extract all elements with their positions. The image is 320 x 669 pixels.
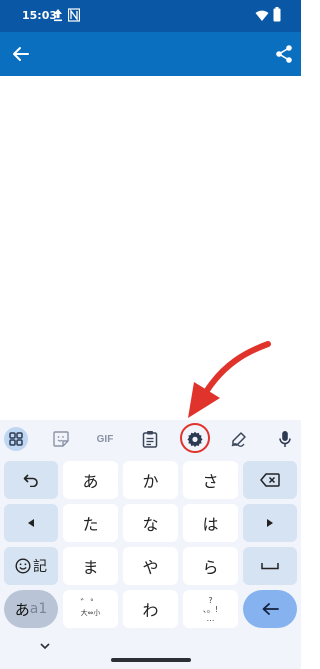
mode-alpha-label: a1: [29, 601, 48, 617]
key-wa-row[interactable]: わ: [123, 590, 178, 628]
key-label: わ: [142, 601, 159, 620]
key-label: な: [142, 515, 159, 534]
key-sa-row[interactable]: さ: [183, 461, 238, 499]
settings-highlight-circle: [180, 423, 210, 453]
sticker-icon: [53, 431, 69, 447]
app-bar: [0, 32, 301, 76]
clipboard-icon: [142, 431, 158, 448]
size-toggle-label: 大⇔小: [80, 609, 101, 617]
undo-icon: [23, 474, 38, 487]
cursor-right-key[interactable]: [243, 504, 297, 542]
keyboard: GIF あ か さ た な は 記 ま や ら あ a1 ゛゜ 大⇔小 わ ? …: [0, 420, 301, 669]
clipboard-button[interactable]: [137, 426, 163, 452]
pen-icon: [231, 432, 246, 447]
key-a-row[interactable]: あ: [63, 461, 118, 499]
backspace-key[interactable]: [243, 461, 297, 499]
upload-icon: [54, 9, 62, 22]
dakuten-key[interactable]: ゛゜ 大⇔小: [63, 590, 118, 628]
gif-button[interactable]: GIF: [92, 426, 118, 452]
handwriting-button[interactable]: [226, 426, 252, 452]
keyboard-toolbar: GIF: [0, 420, 301, 457]
share-icon[interactable]: [273, 43, 295, 65]
right-triangle-icon: [267, 519, 273, 527]
voice-input-button[interactable]: [272, 426, 298, 452]
gif-label: GIF: [96, 433, 114, 445]
key-label: た: [82, 515, 99, 534]
system-nav-bar: [0, 633, 301, 669]
annotation-arrow: [188, 341, 271, 418]
key-ka-row[interactable]: か: [123, 461, 178, 499]
dakuten-label: ゛゜: [80, 599, 101, 610]
enter-arrow-icon: [262, 603, 279, 615]
chevron-down-icon[interactable]: [38, 639, 52, 653]
key-ya-row[interactable]: や: [123, 547, 178, 585]
space-bar-icon: [261, 563, 279, 570]
apps-grid-button[interactable]: [4, 427, 28, 451]
key-label: か: [142, 472, 159, 491]
punct-top-label: ?: [208, 595, 213, 605]
notification-n-icon: [68, 8, 80, 22]
back-arrow-icon[interactable]: [10, 43, 32, 65]
key-label: ら: [202, 558, 219, 577]
key-ma-row[interactable]: ま: [63, 547, 118, 585]
punctuation-key[interactable]: ? 、。! …: [183, 590, 238, 628]
key-label: あ: [82, 472, 99, 491]
key-ha-row[interactable]: は: [183, 504, 238, 542]
battery-icon: [273, 7, 281, 22]
left-triangle-icon: [28, 519, 34, 527]
key-label: さ: [202, 472, 219, 491]
input-mode-key[interactable]: あ a1: [4, 590, 58, 628]
backspace-icon: [260, 473, 280, 487]
punct-mid-label: 、。!: [202, 604, 219, 614]
gesture-handle[interactable]: [111, 658, 191, 662]
key-ta-row[interactable]: た: [63, 504, 118, 542]
microphone-icon: [279, 431, 291, 447]
key-label: は: [202, 515, 219, 534]
undo-key[interactable]: [4, 461, 58, 499]
status-bar: 15:03: [0, 0, 301, 32]
emoji-key-label: 記: [33, 559, 47, 575]
space-key[interactable]: [243, 547, 297, 585]
sticker-button[interactable]: [48, 426, 74, 452]
grid-icon: [9, 432, 23, 446]
mode-kana-label: あ: [14, 600, 30, 619]
cursor-left-key[interactable]: [4, 504, 58, 542]
enter-key[interactable]: [243, 590, 297, 628]
emoji-symbol-key[interactable]: 記: [4, 547, 58, 585]
key-na-row[interactable]: な: [123, 504, 178, 542]
key-ra-row[interactable]: ら: [183, 547, 238, 585]
wifi-icon: [255, 10, 269, 21]
punct-bottom-label: …: [206, 613, 215, 623]
key-label: ま: [82, 558, 99, 577]
key-label: や: [142, 558, 159, 577]
smiley-icon: [15, 558, 31, 574]
